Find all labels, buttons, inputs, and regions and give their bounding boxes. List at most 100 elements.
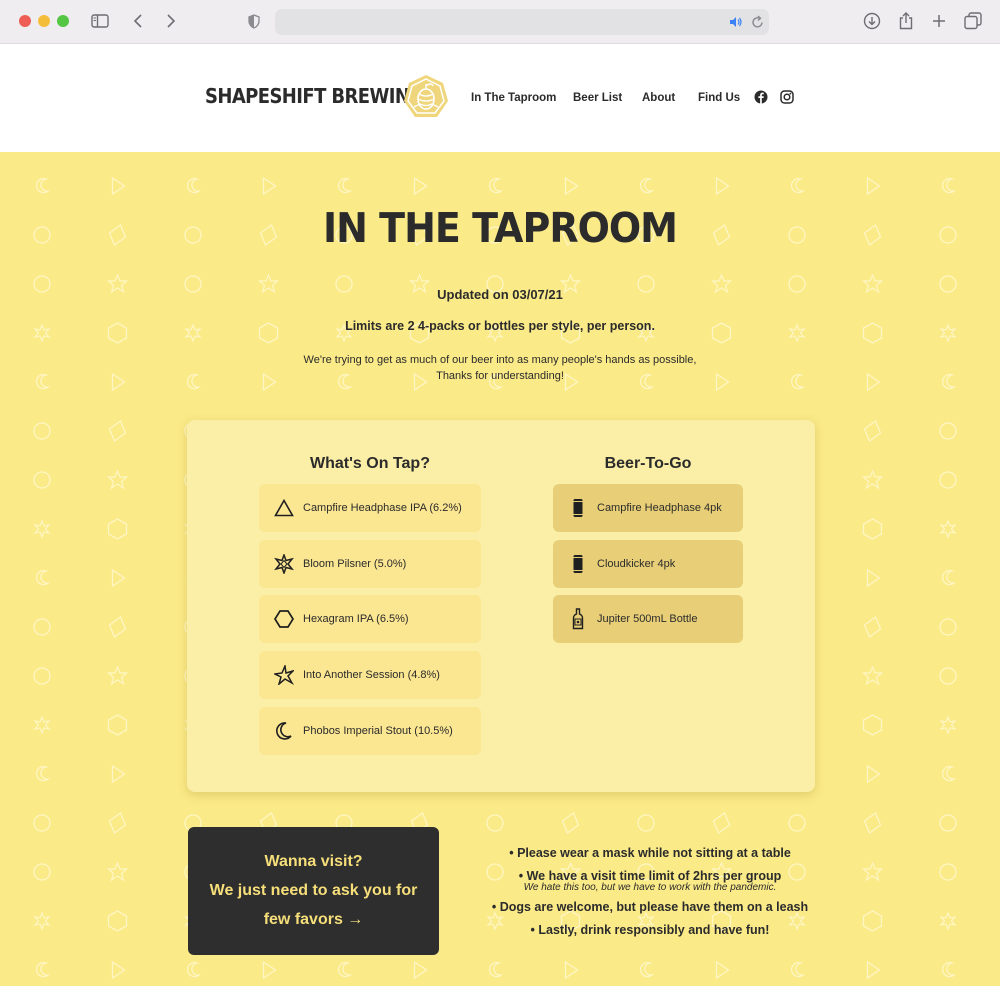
pattern-shape bbox=[862, 666, 883, 685]
minimize-window-button[interactable] bbox=[38, 15, 50, 27]
to-go-item-campfire-headphase-4pk[interactable]: Campfire Headphase 4pk bbox=[553, 484, 743, 532]
downloads-icon[interactable] bbox=[859, 9, 885, 33]
pattern-shape bbox=[107, 666, 128, 685]
forward-icon[interactable] bbox=[158, 9, 184, 33]
pattern-shape bbox=[488, 177, 502, 194]
zoom-window-button[interactable] bbox=[57, 15, 69, 27]
tap-item-hexagram-ipa[interactable]: Hexagram IPA (6.5%) bbox=[259, 595, 481, 643]
pattern-shape bbox=[33, 618, 51, 636]
pattern-shape bbox=[35, 765, 49, 782]
pattern-shape bbox=[34, 912, 50, 930]
tap-item-label: Campfire Headphase IPA (6.2%) bbox=[303, 502, 462, 514]
pattern-shape bbox=[107, 910, 128, 932]
visit-favors-link[interactable]: Wanna visit? We just need to ask you for… bbox=[188, 827, 439, 955]
pattern-shape bbox=[186, 177, 200, 194]
pattern-shape bbox=[262, 177, 277, 195]
pattern-shape bbox=[866, 569, 881, 587]
pattern-shape bbox=[715, 961, 730, 979]
pattern-shape bbox=[862, 910, 883, 932]
privacy-shield-icon[interactable] bbox=[241, 9, 267, 33]
sidebar-toggle-icon[interactable] bbox=[87, 9, 113, 33]
updated-date: Updated on 03/07/21 bbox=[437, 287, 563, 302]
can-icon bbox=[568, 554, 588, 574]
back-icon[interactable] bbox=[125, 9, 151, 33]
pattern-shape bbox=[35, 569, 49, 586]
pattern-shape bbox=[790, 961, 804, 978]
tap-item-label: Bloom Pilsner (5.0%) bbox=[303, 558, 407, 570]
pattern-shape bbox=[486, 814, 504, 832]
visit-rules-list: • Please wear a mask while not sitting a… bbox=[460, 842, 840, 942]
pattern-shape bbox=[863, 420, 882, 442]
pattern-shape bbox=[413, 177, 428, 195]
tap-item-label: Hexagram IPA (6.5%) bbox=[303, 613, 409, 625]
pattern-shape bbox=[715, 177, 730, 195]
address-bar[interactable] bbox=[275, 9, 769, 35]
rule-mask: • Please wear a mask while not sitting a… bbox=[509, 846, 791, 860]
hexagon-icon bbox=[274, 609, 294, 629]
pattern-shape bbox=[561, 812, 580, 834]
visit-line-3: few favors → bbox=[263, 911, 364, 928]
pattern-shape bbox=[941, 765, 955, 782]
pattern-shape bbox=[337, 177, 351, 194]
pattern-shape bbox=[564, 961, 579, 979]
tap-item-phobos-imperial-stout[interactable]: Phobos Imperial Stout (10.5%) bbox=[259, 707, 481, 755]
pattern-shape bbox=[488, 961, 502, 978]
pattern-shape bbox=[862, 714, 883, 736]
tap-item-into-another-session[interactable]: Into Another Session (4.8%) bbox=[259, 651, 481, 699]
nav-about[interactable]: About bbox=[642, 92, 675, 104]
pattern-shape bbox=[940, 520, 956, 538]
tap-item-label: Phobos Imperial Stout (10.5%) bbox=[303, 725, 453, 737]
to-go-item-jupiter-bottle[interactable]: Jupiter 500mL Bottle bbox=[553, 595, 743, 643]
tap-item-bloom-pilsner[interactable]: Bloom Pilsner (5.0%) bbox=[259, 540, 481, 588]
visit-line-1: Wanna visit? bbox=[264, 853, 363, 870]
reload-icon[interactable] bbox=[751, 15, 764, 29]
site-logo-text[interactable]: SHAPESHIFT BREWING bbox=[205, 84, 424, 108]
pattern-shape bbox=[337, 961, 351, 978]
bottle-icon bbox=[568, 608, 588, 630]
pattern-shape bbox=[939, 667, 957, 685]
to-go-item-label: Cloudkicker 4pk bbox=[597, 558, 676, 570]
pattern-shape bbox=[413, 961, 428, 979]
pattern-shape bbox=[939, 471, 957, 489]
pattern-shape bbox=[862, 518, 883, 540]
pattern-shape bbox=[941, 569, 955, 586]
tab-overview-icon[interactable] bbox=[960, 9, 986, 33]
close-window-button[interactable] bbox=[19, 15, 31, 27]
share-icon[interactable] bbox=[893, 9, 919, 33]
nav-find-us[interactable]: Find Us bbox=[698, 92, 740, 104]
pattern-shape bbox=[866, 961, 881, 979]
pattern-shape bbox=[35, 961, 49, 978]
audio-playing-icon[interactable] bbox=[729, 16, 743, 28]
pattern-shape bbox=[108, 420, 127, 442]
pattern-shape bbox=[863, 812, 882, 834]
new-tab-icon[interactable] bbox=[926, 9, 952, 33]
nav-in-the-taproom[interactable]: In The Taproom bbox=[471, 92, 556, 104]
note-line-1: We're trying to get as much of our beer … bbox=[303, 354, 697, 366]
pattern-shape bbox=[564, 177, 579, 195]
pattern-shape bbox=[111, 177, 126, 195]
pattern-shape bbox=[939, 863, 957, 881]
hop-logo-icon[interactable] bbox=[402, 73, 450, 121]
pattern-shape bbox=[186, 961, 200, 978]
pattern-shape bbox=[862, 862, 883, 881]
pattern-shape bbox=[107, 518, 128, 540]
pattern-shape bbox=[866, 765, 881, 783]
nav-beer-list[interactable]: Beer List bbox=[573, 92, 622, 104]
pattern-shape bbox=[108, 812, 127, 834]
crescent-moon-icon bbox=[274, 721, 294, 741]
tap-item-campfire-headphase[interactable]: Campfire Headphase IPA (6.2%) bbox=[259, 484, 481, 532]
pattern-shape bbox=[790, 177, 804, 194]
pattern-shape bbox=[940, 912, 956, 930]
rule-dogs: • Dogs are welcome, but please have them… bbox=[491, 900, 809, 914]
pattern-shape bbox=[107, 470, 128, 489]
to-go-item-cloudkicker-4pk[interactable]: Cloudkicker 4pk bbox=[553, 540, 743, 588]
browser-toolbar bbox=[0, 0, 1000, 44]
instagram-icon[interactable] bbox=[780, 90, 794, 104]
pattern-shape bbox=[941, 177, 955, 194]
taproom-section: IN THE TAPROOM Updated on 03/07/21 Limit… bbox=[0, 152, 1000, 986]
pattern-shape bbox=[33, 422, 51, 440]
facebook-icon[interactable] bbox=[754, 90, 768, 104]
on-tap-heading: What's On Tap? bbox=[310, 455, 430, 472]
thanks-note: We're trying to get as much of our beer … bbox=[0, 352, 1000, 384]
to-go-item-label: Jupiter 500mL Bottle bbox=[597, 613, 698, 625]
